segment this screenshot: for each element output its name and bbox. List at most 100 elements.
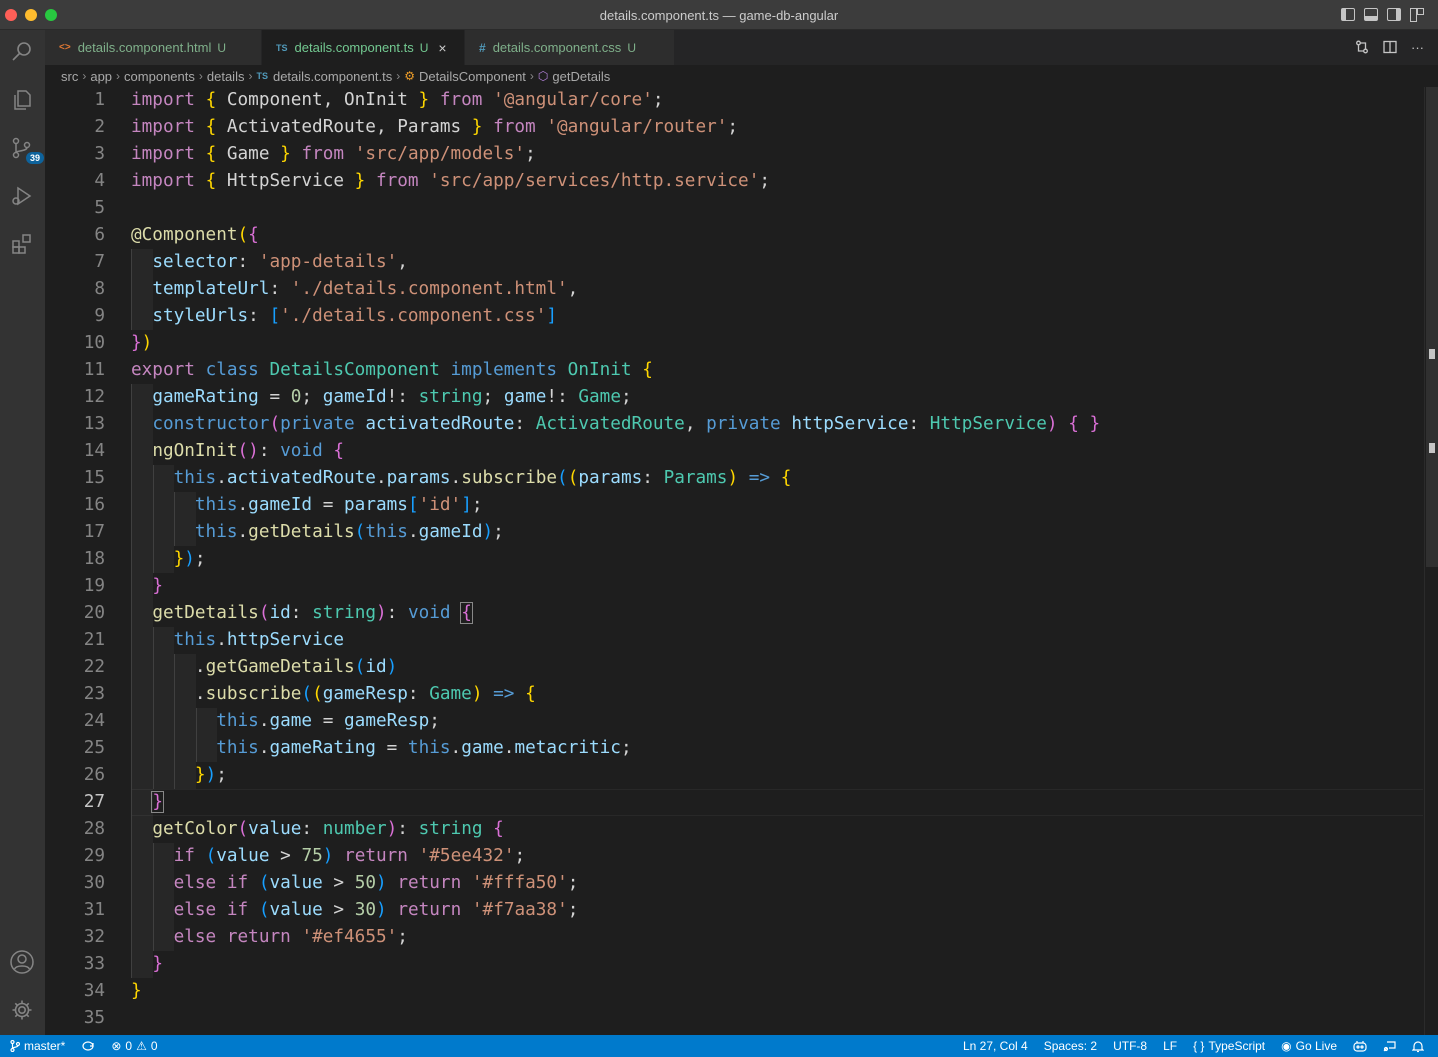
feedback-icon[interactable] bbox=[1383, 1040, 1396, 1052]
code-token: . bbox=[407, 522, 419, 542]
code-line[interactable]: 26 }); bbox=[45, 762, 1423, 789]
line-number: 15 bbox=[83, 468, 105, 488]
tab-details-component-css[interactable]: # details.component.css U bbox=[465, 30, 675, 65]
code-token: selector bbox=[152, 252, 238, 272]
code-token: from bbox=[493, 117, 536, 137]
toggle-primary-sidebar-icon[interactable] bbox=[1341, 8, 1355, 21]
settings-gear-icon[interactable] bbox=[8, 996, 36, 1024]
code-line[interactable]: 33 } bbox=[45, 951, 1423, 978]
code-line[interactable]: 7 selector: 'app-details', bbox=[45, 249, 1423, 276]
code-line[interactable]: 3 import { Game } from 'src/app/models'; bbox=[45, 141, 1423, 168]
customize-layout-icon[interactable] bbox=[1410, 8, 1424, 22]
breadcrumb-item[interactable]: src bbox=[61, 69, 78, 84]
code-line[interactable]: 12 gameRating = 0; gameId!: string; game… bbox=[45, 384, 1423, 411]
code-line[interactable]: 13 constructor(private activatedRoute: A… bbox=[45, 411, 1423, 438]
code-editor[interactable]: 1 import { Component, OnInit } from '@ang… bbox=[45, 87, 1438, 1035]
breadcrumb-item[interactable]: components bbox=[124, 69, 195, 84]
code-line[interactable]: 9 styleUrls: ['./details.component.css'] bbox=[45, 303, 1423, 330]
code-line[interactable]: 20 getDetails(id: string): void { bbox=[45, 600, 1423, 627]
breadcrumb-item[interactable]: app bbox=[90, 69, 112, 84]
tab-details-component-ts[interactable]: TS details.component.ts U × bbox=[262, 30, 465, 65]
code-line[interactable]: 19 } bbox=[45, 573, 1423, 600]
code-token: { bbox=[525, 684, 536, 704]
toggle-panel-icon[interactable] bbox=[1364, 8, 1378, 21]
code-line[interactable]: 18 }); bbox=[45, 546, 1423, 573]
code-line[interactable]: 30 else if (value > 50) return '#fffa50'… bbox=[45, 870, 1423, 897]
sync-icon[interactable] bbox=[81, 1040, 95, 1052]
code-line[interactable]: 32 else return '#ef4655'; bbox=[45, 924, 1423, 951]
cursor-position[interactable]: Ln 27, Col 4 bbox=[963, 1039, 1028, 1053]
code-line[interactable]: 5 bbox=[45, 195, 1423, 222]
code-token: gameId bbox=[418, 522, 483, 542]
warning-count: 0 bbox=[150, 1039, 158, 1053]
code-line[interactable]: 1 import { Component, OnInit } from '@ang… bbox=[45, 87, 1423, 114]
source-control-icon[interactable]: 39 bbox=[8, 134, 45, 164]
code-token: ; bbox=[471, 495, 483, 515]
code-line[interactable]: 10}) bbox=[45, 330, 1423, 357]
scrollbar-thumb[interactable] bbox=[1426, 87, 1438, 567]
explorer-icon[interactable] bbox=[8, 86, 36, 114]
code-token: subscribe bbox=[205, 684, 302, 704]
code-token: ; bbox=[652, 90, 664, 110]
breadcrumb-item[interactable]: getDetails bbox=[552, 69, 610, 84]
close-tab-icon[interactable]: × bbox=[438, 40, 446, 56]
breadcrumb-item[interactable]: details.component.ts bbox=[273, 69, 392, 84]
code-text: .getGameDetails(id) bbox=[131, 654, 397, 681]
code-token: !: bbox=[546, 387, 579, 407]
account-icon[interactable] bbox=[8, 948, 36, 976]
language-mode[interactable]: { } TypeScript bbox=[1193, 1039, 1265, 1053]
run-debug-icon[interactable] bbox=[8, 182, 36, 210]
split-editor-icon[interactable] bbox=[1383, 40, 1397, 57]
code-line[interactable]: 6 @Component({ bbox=[45, 222, 1423, 249]
code-line[interactable]: 29 if (value > 75) return '#5ee432'; bbox=[45, 843, 1423, 870]
search-icon[interactable] bbox=[8, 38, 36, 66]
code-line[interactable]: 34} bbox=[45, 978, 1423, 1005]
copilot-icon[interactable] bbox=[1353, 1040, 1367, 1052]
go-live-button[interactable]: ◉ Go Live bbox=[1281, 1039, 1337, 1053]
extensions-icon[interactable] bbox=[8, 230, 36, 258]
indentation[interactable]: Spaces: 2 bbox=[1044, 1039, 1097, 1053]
line-number: 31 bbox=[83, 900, 105, 920]
problems-indicator[interactable]: ⊗ 0 ⚠ 0 bbox=[111, 1039, 157, 1053]
code-token: 'app-details' bbox=[258, 252, 398, 272]
code-line[interactable]: 4 import { HttpService } from 'src/app/se… bbox=[45, 168, 1423, 195]
status-bar: master* ⊗ 0 ⚠ 0 Ln 27, Col 4 Spaces: 2 U… bbox=[0, 1035, 1438, 1057]
code-line[interactable]: 14 ngOnInit(): void { bbox=[45, 438, 1423, 465]
code-token: ( bbox=[312, 684, 323, 704]
encoding[interactable]: UTF-8 bbox=[1113, 1039, 1147, 1053]
code-line[interactable]: 8 templateUrl: './details.component.html… bbox=[45, 276, 1423, 303]
breadcrumb-item[interactable]: DetailsComponent bbox=[419, 69, 526, 84]
code-text: this.getDetails(this.gameId); bbox=[131, 519, 504, 546]
toggle-secondary-sidebar-icon[interactable] bbox=[1387, 8, 1401, 21]
code-line[interactable]: 11 export class DetailsComponent implemen… bbox=[45, 357, 1423, 384]
code-line[interactable]: 31 else if (value > 30) return '#f7aa38'… bbox=[45, 897, 1423, 924]
branch-indicator[interactable]: master* bbox=[10, 1039, 65, 1053]
open-changes-icon[interactable] bbox=[1355, 40, 1369, 57]
code-line[interactable]: 35 bbox=[45, 1005, 1423, 1032]
tab-details-component-html[interactable]: <> details.component.html U bbox=[45, 30, 262, 65]
branch-name: master* bbox=[24, 1039, 66, 1053]
code-token: , bbox=[567, 279, 579, 299]
code-line[interactable]: 28 getColor(value: number): string { bbox=[45, 816, 1423, 843]
code-line[interactable]: 2 import { ActivatedRoute, Params } from … bbox=[45, 114, 1423, 141]
code-line[interactable]: 16 this.gameId = params['id']; bbox=[45, 492, 1423, 519]
more-actions-icon[interactable]: ··· bbox=[1411, 40, 1424, 57]
line-number: 5 bbox=[94, 198, 105, 218]
code-line[interactable]: 27 } bbox=[45, 789, 1423, 816]
breadcrumb-item[interactable]: details bbox=[207, 69, 245, 84]
code-line[interactable]: 25 this.gameRating = this.game.metacriti… bbox=[45, 735, 1423, 762]
code-line[interactable]: 24 this.game = gameResp; bbox=[45, 708, 1423, 735]
notifications-bell-icon[interactable] bbox=[1412, 1040, 1424, 1053]
editor-scrollbar[interactable] bbox=[1424, 87, 1438, 1035]
code-line[interactable]: 21 this.httpService bbox=[45, 627, 1423, 654]
code-line[interactable]: 15 this.activatedRoute.params.subscribe(… bbox=[45, 465, 1423, 492]
end-of-line[interactable]: LF bbox=[1163, 1039, 1177, 1053]
code-line[interactable]: 17 this.getDetails(this.gameId); bbox=[45, 519, 1423, 546]
code-line[interactable]: 22 .getGameDetails(id) bbox=[45, 654, 1423, 681]
code-line[interactable]: 23 .subscribe((gameResp: Game) => { bbox=[45, 681, 1423, 708]
